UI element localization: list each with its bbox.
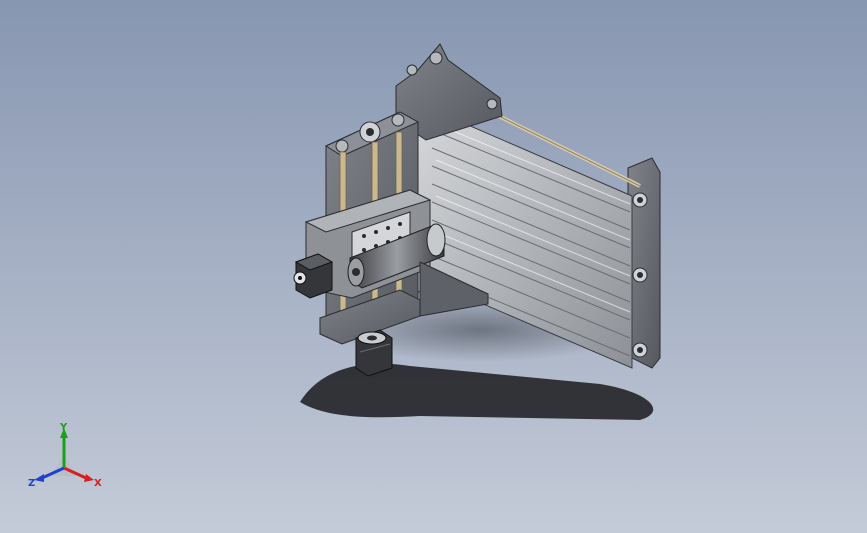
z-axis-label: Z <box>28 478 35 489</box>
cnc-assembly-model[interactable] <box>0 0 867 533</box>
rear-end-plate <box>627 157 661 369</box>
cad-viewport[interactable]: Y X Z <box>0 0 867 533</box>
y-axis-label: Y <box>59 422 68 433</box>
orientation-triad[interactable]: Y X Z <box>20 418 110 498</box>
bottom-stepper-motor <box>355 329 393 377</box>
x-axis-label: X <box>94 478 102 489</box>
side-stepper-motor <box>293 253 334 299</box>
